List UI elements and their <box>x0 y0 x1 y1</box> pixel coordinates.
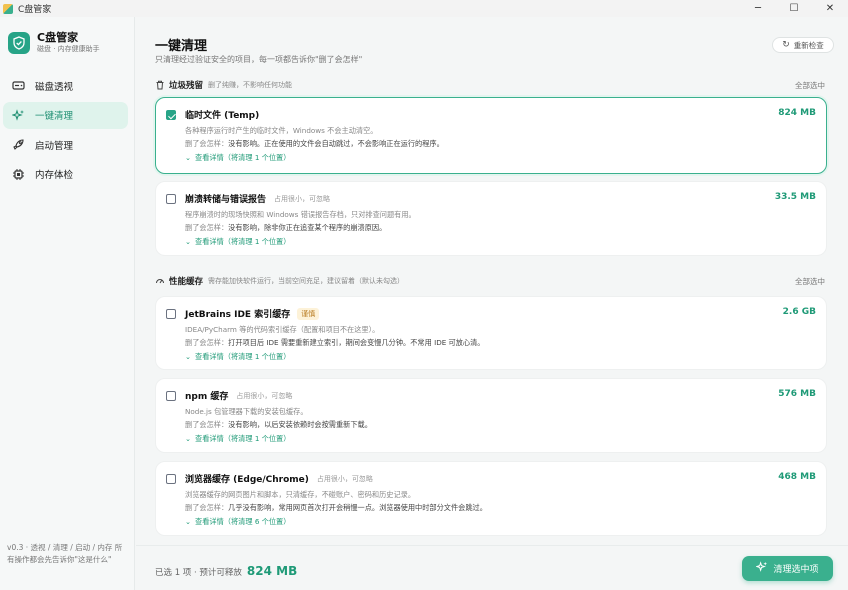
chevron-down-icon: ⌄ <box>185 517 192 526</box>
clean-item-card[interactable]: JetBrains IDE 索引缓存 谨慎 2.6 GB IDEA/PyCharm… <box>155 296 827 370</box>
item-checkbox[interactable] <box>166 110 176 120</box>
item-effect: 删了会怎样：几乎没有影响，常用网页首次打开会稍慢一点。浏览器使用中时部分文件会跳… <box>185 503 487 512</box>
freeable-amount: 824 MB <box>246 564 298 578</box>
rescan-button[interactable]: ↻ 重新检查 <box>772 37 834 53</box>
item-details-toggle[interactable]: ⌄ 查看详情（将清理 1 个位置） <box>185 237 290 247</box>
item-tag: 占用很小，可忽略 <box>236 391 293 400</box>
section-title: 性能缓存 <box>169 277 204 287</box>
window-titlebar: C盘管家 ─ ☐ ✕ <box>0 0 848 17</box>
item-desc: 各种程序运行时产生的临时文件，Windows 不会主动清空。 <box>185 126 378 135</box>
item-checkbox[interactable] <box>166 194 176 204</box>
item-desc: 浏览器缓存的网页图片和脚本，只清缓存，不碰账户、密码和历史记录。 <box>185 490 416 499</box>
chevron-down-icon: ⌄ <box>185 153 192 162</box>
sidebar-item-label: 一键清理 <box>35 111 74 122</box>
clean-selected-button[interactable]: 清理选中项 <box>742 556 833 581</box>
item-size: 824 MB <box>778 108 816 118</box>
sidebar-item-startup[interactable]: 启动管理 <box>3 131 128 158</box>
brand: C盘管家 磁盘 · 内存健康助手 <box>8 31 100 54</box>
item-checkbox[interactable] <box>166 309 176 319</box>
item-tag: 占用很小，可忽略 <box>274 194 331 203</box>
section-header-junk: 垃圾残留 删了纯赚，不影响任何功能 全部选中 <box>155 78 825 92</box>
item-effect: 删了会怎样：没有影响，除非你正在追查某个程序的崩溃原因。 <box>185 223 387 232</box>
sidebar-item-memory[interactable]: 内存体检 <box>3 161 128 188</box>
item-effect: 删了会怎样：没有影响，以后安装依赖时会按需重新下载。 <box>185 420 372 429</box>
page-title: 一键清理 <box>155 39 208 54</box>
item-name: 浏览器缓存 (Edge/Chrome) <box>185 475 309 485</box>
chevron-down-icon: ⌄ <box>185 434 192 443</box>
item-effect: 删了会怎样：打开项目后 IDE 需要重新建立索引，期间会变慢几分钟。不常用 ID… <box>185 338 485 347</box>
sidebar-item-label: 启动管理 <box>35 140 74 152</box>
refresh-icon: ↻ <box>782 40 790 50</box>
selection-text: 已选 1 项 · 预计可释放 <box>155 568 242 578</box>
item-details-toggle[interactable]: ⌄ 查看详情（将清理 1 个位置） <box>185 352 290 362</box>
chip-icon <box>11 167 25 181</box>
sidebar-footer: v0.3 · 透视 / 清理 / 启动 / 内存 所有操作都会先告诉你"这是什么… <box>7 543 123 564</box>
item-size: 2.6 GB <box>782 307 816 317</box>
clean-item-card[interactable]: 崩溃转储与错误报告 占用很小，可忽略 33.5 MB 程序崩溃时的现场快照和 Wi… <box>155 181 827 256</box>
item-details-toggle[interactable]: ⌄ 查看详情（将清理 6 个位置） <box>185 517 290 527</box>
chevron-down-icon: ⌄ <box>185 352 192 361</box>
caution-badge: 谨慎 <box>297 307 320 320</box>
action-footer: 已选 1 项 · 预计可释放 824 MB 清理选中项 <box>136 545 848 590</box>
clean-item-card[interactable]: 临时文件 (Temp) 824 MB 各种程序运行时产生的临时文件，Window… <box>155 97 827 174</box>
item-size: 33.5 MB <box>774 192 816 202</box>
gauge-icon <box>155 276 165 286</box>
sidebar-item-label: 内存体检 <box>35 170 74 181</box>
item-desc: IDEA/PyCharm 等的代码索引缓存（配置和项目不在这里）。 <box>185 325 380 334</box>
item-size: 576 MB <box>778 389 816 399</box>
section-header-cache: 性能缓存 需存能加快软件运行，当前空间充足，建议留着（默认未勾选） 全部选中 <box>155 274 825 288</box>
item-details-toggle[interactable]: ⌄ 查看详情（将清理 1 个位置） <box>185 434 290 444</box>
item-desc: 程序崩溃时的现场快照和 Windows 错误报告存档，只对排查问题有用。 <box>185 210 416 219</box>
item-size: 468 MB <box>778 472 816 482</box>
sidebar-item-clean[interactable]: 一键清理 <box>3 101 128 129</box>
sidebar-item-label: 磁盘透视 <box>35 81 74 93</box>
clean-item-card[interactable]: 浏览器缓存 (Edge/Chrome) 占用很小，可忽略 468 MB 浏览器缓存… <box>155 461 827 536</box>
select-all-button[interactable]: 全部选中 <box>795 276 825 287</box>
item-checkbox[interactable] <box>166 474 176 484</box>
sparkle-icon <box>755 561 768 576</box>
section-desc: 需存能加快软件运行，当前空间充足，建议留着（默认未勾选） <box>208 277 405 285</box>
minimize-button[interactable]: ─ <box>740 0 776 17</box>
trash-icon <box>155 80 165 90</box>
selection-summary: 已选 1 项 · 预计可释放 824 MB <box>155 564 297 578</box>
rescan-label: 重新检查 <box>793 40 824 50</box>
item-tag: 占用很小，可忽略 <box>316 474 373 483</box>
shield-check-icon <box>8 31 30 54</box>
disk-icon <box>11 79 25 93</box>
window-title: C盘管家 <box>18 5 52 15</box>
page-subtitle: 只清理经过验证安全的项目，每一项都告诉你"删了会怎样" <box>155 55 363 64</box>
item-name: 临时文件 (Temp) <box>185 111 260 121</box>
rocket-icon <box>11 138 25 152</box>
brand-name: C盘管家 <box>37 31 79 44</box>
clean-item-card[interactable]: npm 缓存 占用很小，可忽略 576 MB Node.js 包管理器下载的安装包… <box>155 378 827 453</box>
item-name: 崩溃转储与错误报告 <box>185 195 267 205</box>
select-all-button[interactable]: 全部选中 <box>795 80 825 91</box>
app-icon <box>3 3 13 14</box>
sidebar-nav: 磁盘透视 一键清理 启动管理 内存体检 <box>3 72 128 190</box>
main-panel: 一键清理 只清理经过验证安全的项目，每一项都告诉你"删了会怎样" ↻ 重新检查 … <box>136 17 848 590</box>
item-details-toggle[interactable]: ⌄ 查看详情（将清理 1 个位置） <box>185 153 290 163</box>
close-button[interactable]: ✕ <box>812 0 848 17</box>
sidebar-item-disk[interactable]: 磁盘透视 <box>3 72 128 99</box>
item-effect: 删了会怎样：没有影响。正在使用的文件会自动跳过，不会影响正在运行的程序。 <box>185 139 444 148</box>
sidebar: C盘管家 磁盘 · 内存健康助手 磁盘透视 一键清理 启动管理 内存体检 v0.… <box>0 17 135 590</box>
sparkle-icon <box>11 108 25 122</box>
section-title: 垃圾残留 <box>169 81 204 91</box>
item-name: npm 缓存 <box>185 392 229 402</box>
item-desc: Node.js 包管理器下载的安装包缓存。 <box>185 407 308 416</box>
chevron-down-icon: ⌄ <box>185 237 192 246</box>
item-name: JetBrains IDE 索引缓存 <box>185 310 291 320</box>
maximize-button[interactable]: ☐ <box>776 0 812 17</box>
item-checkbox[interactable] <box>166 391 176 401</box>
section-desc: 删了纯赚，不影响任何功能 <box>208 81 293 89</box>
clean-selected-label: 清理选中项 <box>773 565 819 575</box>
brand-tagline: 磁盘 · 内存健康助手 <box>37 45 100 53</box>
